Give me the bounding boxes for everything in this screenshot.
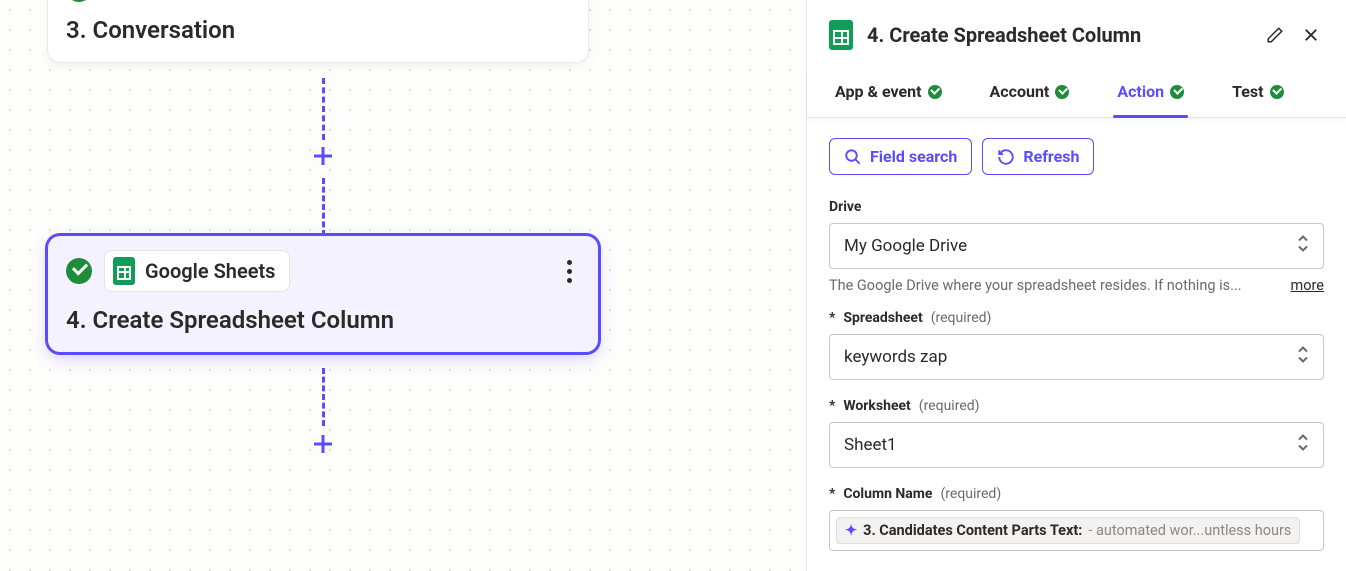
tab-test[interactable]: Test — [1228, 68, 1287, 117]
refresh-button[interactable]: Refresh — [982, 138, 1094, 175]
connector-line — [322, 78, 325, 140]
field-label-text: Worksheet — [843, 398, 910, 414]
node-title: 4. Create Spreadsheet Column — [66, 306, 580, 334]
field-drive: Drive My Google Drive The Google Drive w… — [829, 199, 1324, 294]
chevron-updown-icon — [1297, 346, 1309, 369]
select-value: keywords zap — [844, 347, 947, 367]
field-label-text: Spreadsheet — [843, 310, 922, 326]
step-editor-panel: 4. Create Spreadsheet Column App & event… — [806, 0, 1346, 571]
helper-text: The Google Drive where your spreadsheet … — [829, 277, 1242, 294]
required-asterisk: * — [829, 398, 835, 414]
select-value: Sheet1 — [844, 435, 897, 455]
panel-title-text: Create Spreadsheet Column — [889, 23, 1141, 47]
add-step-button[interactable] — [309, 142, 337, 170]
node-number: 3. — [66, 16, 87, 44]
search-icon — [844, 148, 862, 166]
connector-line — [322, 178, 325, 236]
workflow-node-3[interactable]: 3. Conversation — [48, 0, 588, 62]
check-icon — [1170, 85, 1184, 99]
more-link[interactable]: more — [1291, 277, 1324, 294]
panel-body: Field search Refresh Drive My Google Dri… — [807, 118, 1346, 561]
field-helper: The Google Drive where your spreadsheet … — [829, 277, 1324, 294]
required-label: (required) — [919, 398, 980, 414]
chevron-updown-icon — [1297, 434, 1309, 457]
tab-account[interactable]: Account — [986, 68, 1074, 117]
app-name: Google Sheets — [145, 259, 275, 283]
add-step-button[interactable] — [309, 430, 337, 458]
column-name-input[interactable]: ✦ 3. Candidates Content Parts Text: - au… — [829, 510, 1324, 551]
field-search-button[interactable]: Field search — [829, 138, 972, 175]
tab-action[interactable]: Action — [1113, 68, 1188, 117]
field-column-name: * Column Name (required) ✦ 3. Candidates… — [829, 486, 1324, 551]
node-name: Create Spreadsheet Column — [93, 306, 394, 334]
check-icon — [66, 0, 92, 2]
tab-label: Action — [1117, 82, 1164, 101]
workflow-node-4[interactable]: Google Sheets 4. Create Spreadsheet Colu… — [48, 236, 598, 352]
tab-app-event[interactable]: App & event — [831, 68, 946, 117]
panel-header: 4. Create Spreadsheet Column — [807, 0, 1346, 68]
field-label-text: Drive — [829, 199, 862, 215]
select-value: My Google Drive — [844, 236, 967, 256]
app-chip[interactable]: Google Sheets — [104, 250, 290, 292]
panel-tabs: App & event Account Action Test — [807, 68, 1346, 118]
pill-source: 3. Candidates Content Parts Text: — [863, 522, 1082, 539]
required-asterisk: * — [829, 310, 835, 326]
mapped-pill[interactable]: ✦ 3. Candidates Content Parts Text: - au… — [836, 517, 1300, 544]
google-sheets-icon — [829, 20, 853, 50]
spreadsheet-select[interactable]: keywords zap — [829, 334, 1324, 380]
check-icon — [66, 258, 92, 284]
google-sheets-icon — [113, 257, 135, 285]
pill-value: - automated wor...untless hours — [1088, 522, 1291, 539]
node-menu-button[interactable] — [558, 260, 580, 283]
workflow-canvas[interactable]: 3. Conversation Google Sheets 4. Create … — [0, 0, 806, 571]
worksheet-select[interactable]: Sheet1 — [829, 422, 1324, 468]
tab-label: Account — [990, 82, 1050, 101]
check-icon — [928, 85, 942, 99]
required-asterisk: * — [829, 486, 835, 502]
required-label: (required) — [931, 310, 992, 326]
field-spreadsheet: * Spreadsheet (required) keywords zap — [829, 310, 1324, 380]
tab-label: Test — [1232, 82, 1263, 101]
connector-line — [322, 368, 325, 426]
field-worksheet: * Worksheet (required) Sheet1 — [829, 398, 1324, 468]
close-button[interactable] — [1300, 24, 1322, 46]
sparkle-icon: ✦ — [845, 522, 857, 539]
button-label: Field search — [870, 147, 957, 166]
required-label: (required) — [940, 486, 1001, 502]
rename-button[interactable] — [1264, 24, 1286, 46]
check-icon — [1270, 85, 1284, 99]
check-icon — [1055, 85, 1069, 99]
node-title: 3. Conversation — [66, 16, 570, 44]
panel-title: 4. Create Spreadsheet Column — [867, 23, 1250, 47]
drive-select[interactable]: My Google Drive — [829, 223, 1324, 269]
node-name: Conversation — [93, 16, 236, 44]
panel-title-number: 4. — [867, 23, 884, 47]
chevron-updown-icon — [1297, 235, 1309, 258]
field-label-text: Column Name — [843, 486, 932, 502]
field-label: * Spreadsheet (required) — [829, 310, 1324, 326]
node-number: 4. — [66, 306, 87, 334]
field-label: Drive — [829, 199, 1324, 215]
refresh-icon — [997, 148, 1015, 166]
field-label: * Worksheet (required) — [829, 398, 1324, 414]
button-label: Refresh — [1023, 147, 1079, 166]
field-label: * Column Name (required) — [829, 486, 1324, 502]
tab-label: App & event — [835, 82, 922, 101]
